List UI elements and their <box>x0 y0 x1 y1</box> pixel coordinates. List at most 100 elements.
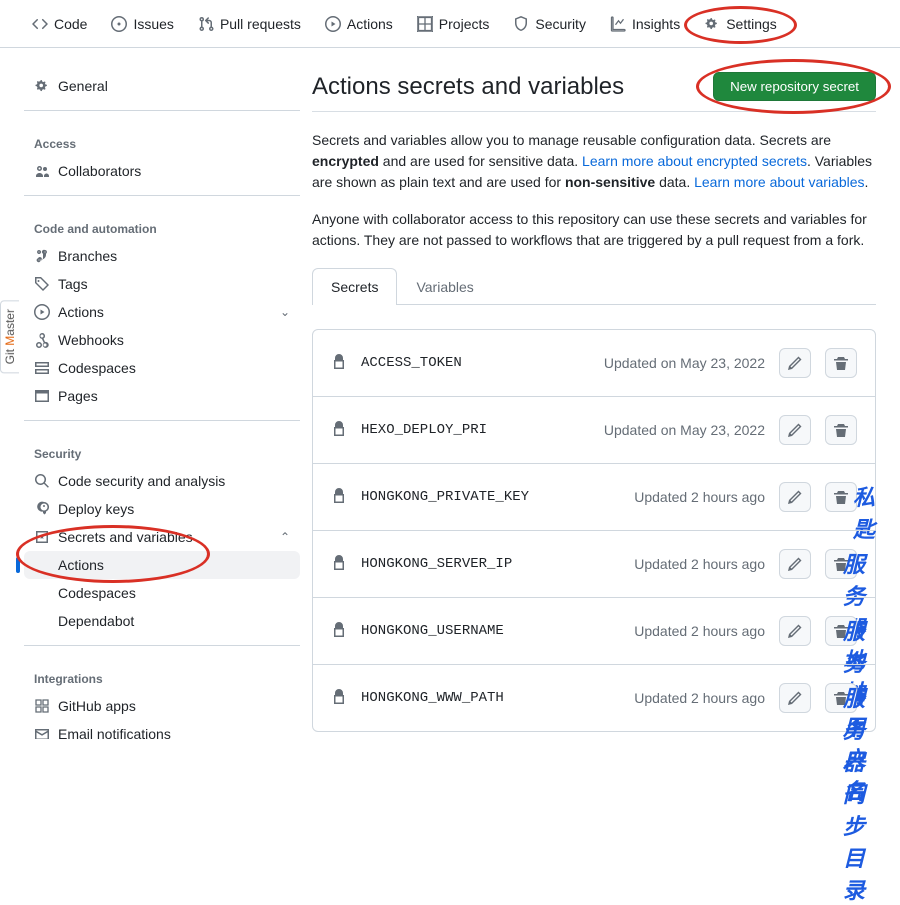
sidebar-sub-codespaces[interactable]: Codespaces <box>24 579 300 607</box>
trash-icon <box>833 422 849 438</box>
sidebar-pages[interactable]: Pages <box>24 382 300 410</box>
pencil-icon <box>787 422 803 438</box>
secret-name: HONGKONG_SERVER_IP <box>361 556 512 572</box>
tab-pulls-label: Pull requests <box>220 16 301 32</box>
mail-icon <box>34 726 50 742</box>
secret-updated: Updated 2 hours ago <box>634 556 765 572</box>
sidebar-webhooks[interactable]: Webhooks <box>24 326 300 354</box>
new-repository-secret-button[interactable]: New repository secret <box>713 72 876 101</box>
secret-name: HONGKONG_WWW_PATH <box>361 690 504 706</box>
sidebar-general-label: General <box>58 78 108 94</box>
tab-secrets[interactable]: Secrets <box>312 268 397 305</box>
browser-icon <box>34 388 50 404</box>
sidebar-email-notifications[interactable]: Email notifications <box>24 720 300 748</box>
sidebar-webhooks-label: Webhooks <box>58 332 124 348</box>
shield-icon <box>513 16 529 32</box>
secret-row: HONGKONG_USERNAMEUpdated 2 hours ago服务器用… <box>313 597 875 664</box>
sidebar-tags[interactable]: Tags <box>24 270 300 298</box>
tab-code[interactable]: Code <box>24 10 95 38</box>
webhook-icon <box>34 332 50 348</box>
tag-icon <box>34 276 50 292</box>
tab-variables[interactable]: Variables <box>397 268 492 305</box>
pencil-icon <box>787 556 803 572</box>
key-icon <box>34 501 50 517</box>
issue-icon <box>111 16 127 32</box>
main-content: Actions secrets and variables New reposi… <box>300 48 900 756</box>
sidebar-code-security[interactable]: Code security and analysis <box>24 467 300 495</box>
secret-name: HONGKONG_USERNAME <box>361 623 504 639</box>
sidebar-pages-label: Pages <box>58 388 98 404</box>
tab-projects[interactable]: Projects <box>409 10 498 38</box>
secret-row: HONGKONG_WWW_PATHUpdated 2 hours ago服务器同… <box>313 664 875 731</box>
branch-icon <box>34 248 50 264</box>
sidebar-sub-dependabot[interactable]: Dependabot <box>24 607 300 635</box>
sidebar-heading-integrations: Integrations <box>24 656 300 692</box>
sidebar-actions[interactable]: Actions ⌄ <box>24 298 300 326</box>
sidebar-tags-label: Tags <box>58 276 88 292</box>
edit-secret-button[interactable] <box>779 616 811 646</box>
delete-secret-button[interactable] <box>825 549 857 579</box>
page-description-1: Secrets and variables allow you to manag… <box>312 130 876 193</box>
pencil-icon <box>787 623 803 639</box>
delete-secret-button[interactable] <box>825 482 857 512</box>
tab-projects-label: Projects <box>439 16 490 32</box>
delete-secret-button[interactable] <box>825 683 857 713</box>
link-variables[interactable]: Learn more about variables <box>694 174 864 190</box>
chevron-down-icon: ⌄ <box>280 305 290 319</box>
table-icon <box>417 16 433 32</box>
tab-settings-label: Settings <box>726 16 777 32</box>
sidebar-deploy-keys-label: Deploy keys <box>58 501 134 517</box>
edit-secret-button[interactable] <box>779 348 811 378</box>
lock-icon-wrap <box>331 689 347 708</box>
sidebar-codespaces-label: Codespaces <box>58 360 136 376</box>
code-icon <box>32 16 48 32</box>
asterisk-icon <box>34 529 50 545</box>
sidebar-secrets-vars[interactable]: Secrets and variables ⌃ <box>24 523 300 551</box>
edit-secret-button[interactable] <box>779 549 811 579</box>
sidebar-branches[interactable]: Branches <box>24 242 300 270</box>
secret-updated: Updated on May 23, 2022 <box>604 355 765 371</box>
codespaces-icon <box>34 360 50 376</box>
delete-secret-button[interactable] <box>825 348 857 378</box>
secrets-tabs: Secrets Variables <box>312 267 876 305</box>
delete-secret-button[interactable] <box>825 415 857 445</box>
gear-icon <box>34 78 50 94</box>
play-icon <box>34 304 50 320</box>
edit-secret-button[interactable] <box>779 415 811 445</box>
gitmaster-tab[interactable]: Git Master <box>0 300 19 373</box>
edit-secret-button[interactable] <box>779 482 811 512</box>
tab-issues[interactable]: Issues <box>103 10 181 38</box>
sidebar-github-apps[interactable]: GitHub apps <box>24 692 300 720</box>
sidebar-heading-access: Access <box>24 121 300 157</box>
secret-updated: Updated 2 hours ago <box>634 690 765 706</box>
graph-icon <box>610 16 626 32</box>
sidebar-deploy-keys[interactable]: Deploy keys <box>24 495 300 523</box>
sidebar-sub-actions[interactable]: Actions <box>24 551 300 579</box>
lock-icon <box>331 488 347 504</box>
secret-name: HEXO_DEPLOY_PRI <box>361 422 487 438</box>
tab-security[interactable]: Security <box>505 10 594 38</box>
lock-icon <box>331 689 347 705</box>
tab-settings[interactable]: Settings <box>696 10 785 38</box>
lock-icon <box>331 555 347 571</box>
sidebar-general[interactable]: General <box>24 72 300 100</box>
tab-actions[interactable]: Actions <box>317 10 401 38</box>
trash-icon <box>833 690 849 706</box>
chevron-up-icon: ⌃ <box>280 530 290 544</box>
lock-icon <box>331 421 347 437</box>
lock-icon <box>331 622 347 638</box>
link-encrypted-secrets[interactable]: Learn more about encrypted secrets <box>582 153 807 169</box>
tab-security-label: Security <box>535 16 586 32</box>
secret-updated: Updated on May 23, 2022 <box>604 422 765 438</box>
sidebar-collaborators[interactable]: Collaborators <box>24 157 300 185</box>
sidebar-codespaces[interactable]: Codespaces <box>24 354 300 382</box>
lock-icon-wrap <box>331 421 347 440</box>
tab-insights[interactable]: Insights <box>602 10 688 38</box>
tab-pulls[interactable]: Pull requests <box>190 10 309 38</box>
play-icon <box>325 16 341 32</box>
sidebar-sub-dependabot-label: Dependabot <box>58 613 134 629</box>
delete-secret-button[interactable] <box>825 616 857 646</box>
annotation: 服务器同步目录 <box>843 681 875 905</box>
sidebar-sub-actions-label: Actions <box>58 557 104 573</box>
edit-secret-button[interactable] <box>779 683 811 713</box>
